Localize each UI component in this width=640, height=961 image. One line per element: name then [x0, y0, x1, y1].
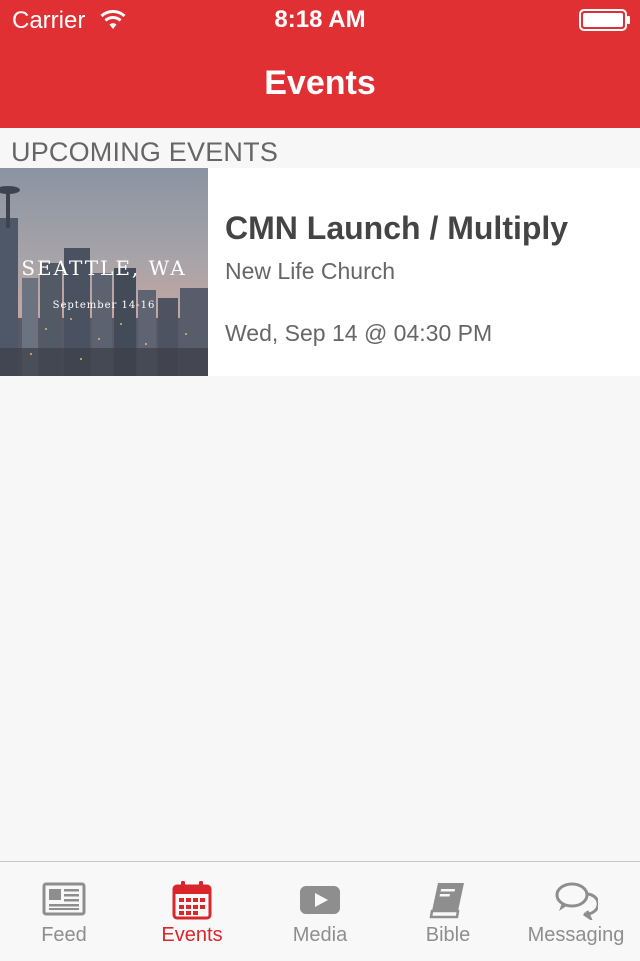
- app-header: Carrier 8:18 AM Events: [0, 0, 640, 128]
- event-thumbnail: SEATTLE, WA September 14-16: [0, 168, 208, 376]
- thumbnail-city-text: SEATTLE, WA: [21, 256, 187, 280]
- tab-messaging[interactable]: Messaging: [512, 862, 640, 961]
- status-bar: Carrier 8:18 AM: [0, 0, 640, 40]
- page-title: Events: [264, 64, 376, 102]
- event-venue: New Life Church: [225, 258, 396, 284]
- tab-label: Events: [161, 924, 223, 946]
- newspaper-icon: [42, 882, 86, 916]
- tab-events[interactable]: Events: [128, 862, 256, 961]
- book-icon: [429, 883, 464, 919]
- section-header-upcoming: UPCOMING EVENTS: [11, 137, 279, 167]
- tab-bible[interactable]: Bible: [384, 862, 512, 961]
- status-time: 8:18 AM: [274, 6, 366, 33]
- tab-label: Feed: [41, 924, 87, 946]
- tab-label: Messaging: [527, 924, 625, 946]
- tab-feed[interactable]: Feed: [0, 862, 128, 961]
- battery-icon: [579, 9, 630, 31]
- event-datetime: Wed, Sep 14 @ 04:30 PM: [225, 320, 493, 346]
- chat-bubbles-icon: [555, 882, 598, 920]
- tab-label: Bible: [425, 924, 471, 946]
- calendar-icon: [172, 881, 212, 920]
- tab-media[interactable]: Media: [256, 862, 384, 961]
- play-icon: [300, 886, 340, 914]
- event-title: CMN Launch / Multiply: [225, 210, 569, 246]
- tab-label: Media: [292, 924, 348, 946]
- tab-bar: Feed Events Media Bible Messaging: [0, 861, 640, 960]
- event-row[interactable]: SEATTLE, WA September 14-16 CMN Launch /…: [0, 168, 640, 376]
- thumbnail-dates-text: September 14-16: [52, 300, 156, 311]
